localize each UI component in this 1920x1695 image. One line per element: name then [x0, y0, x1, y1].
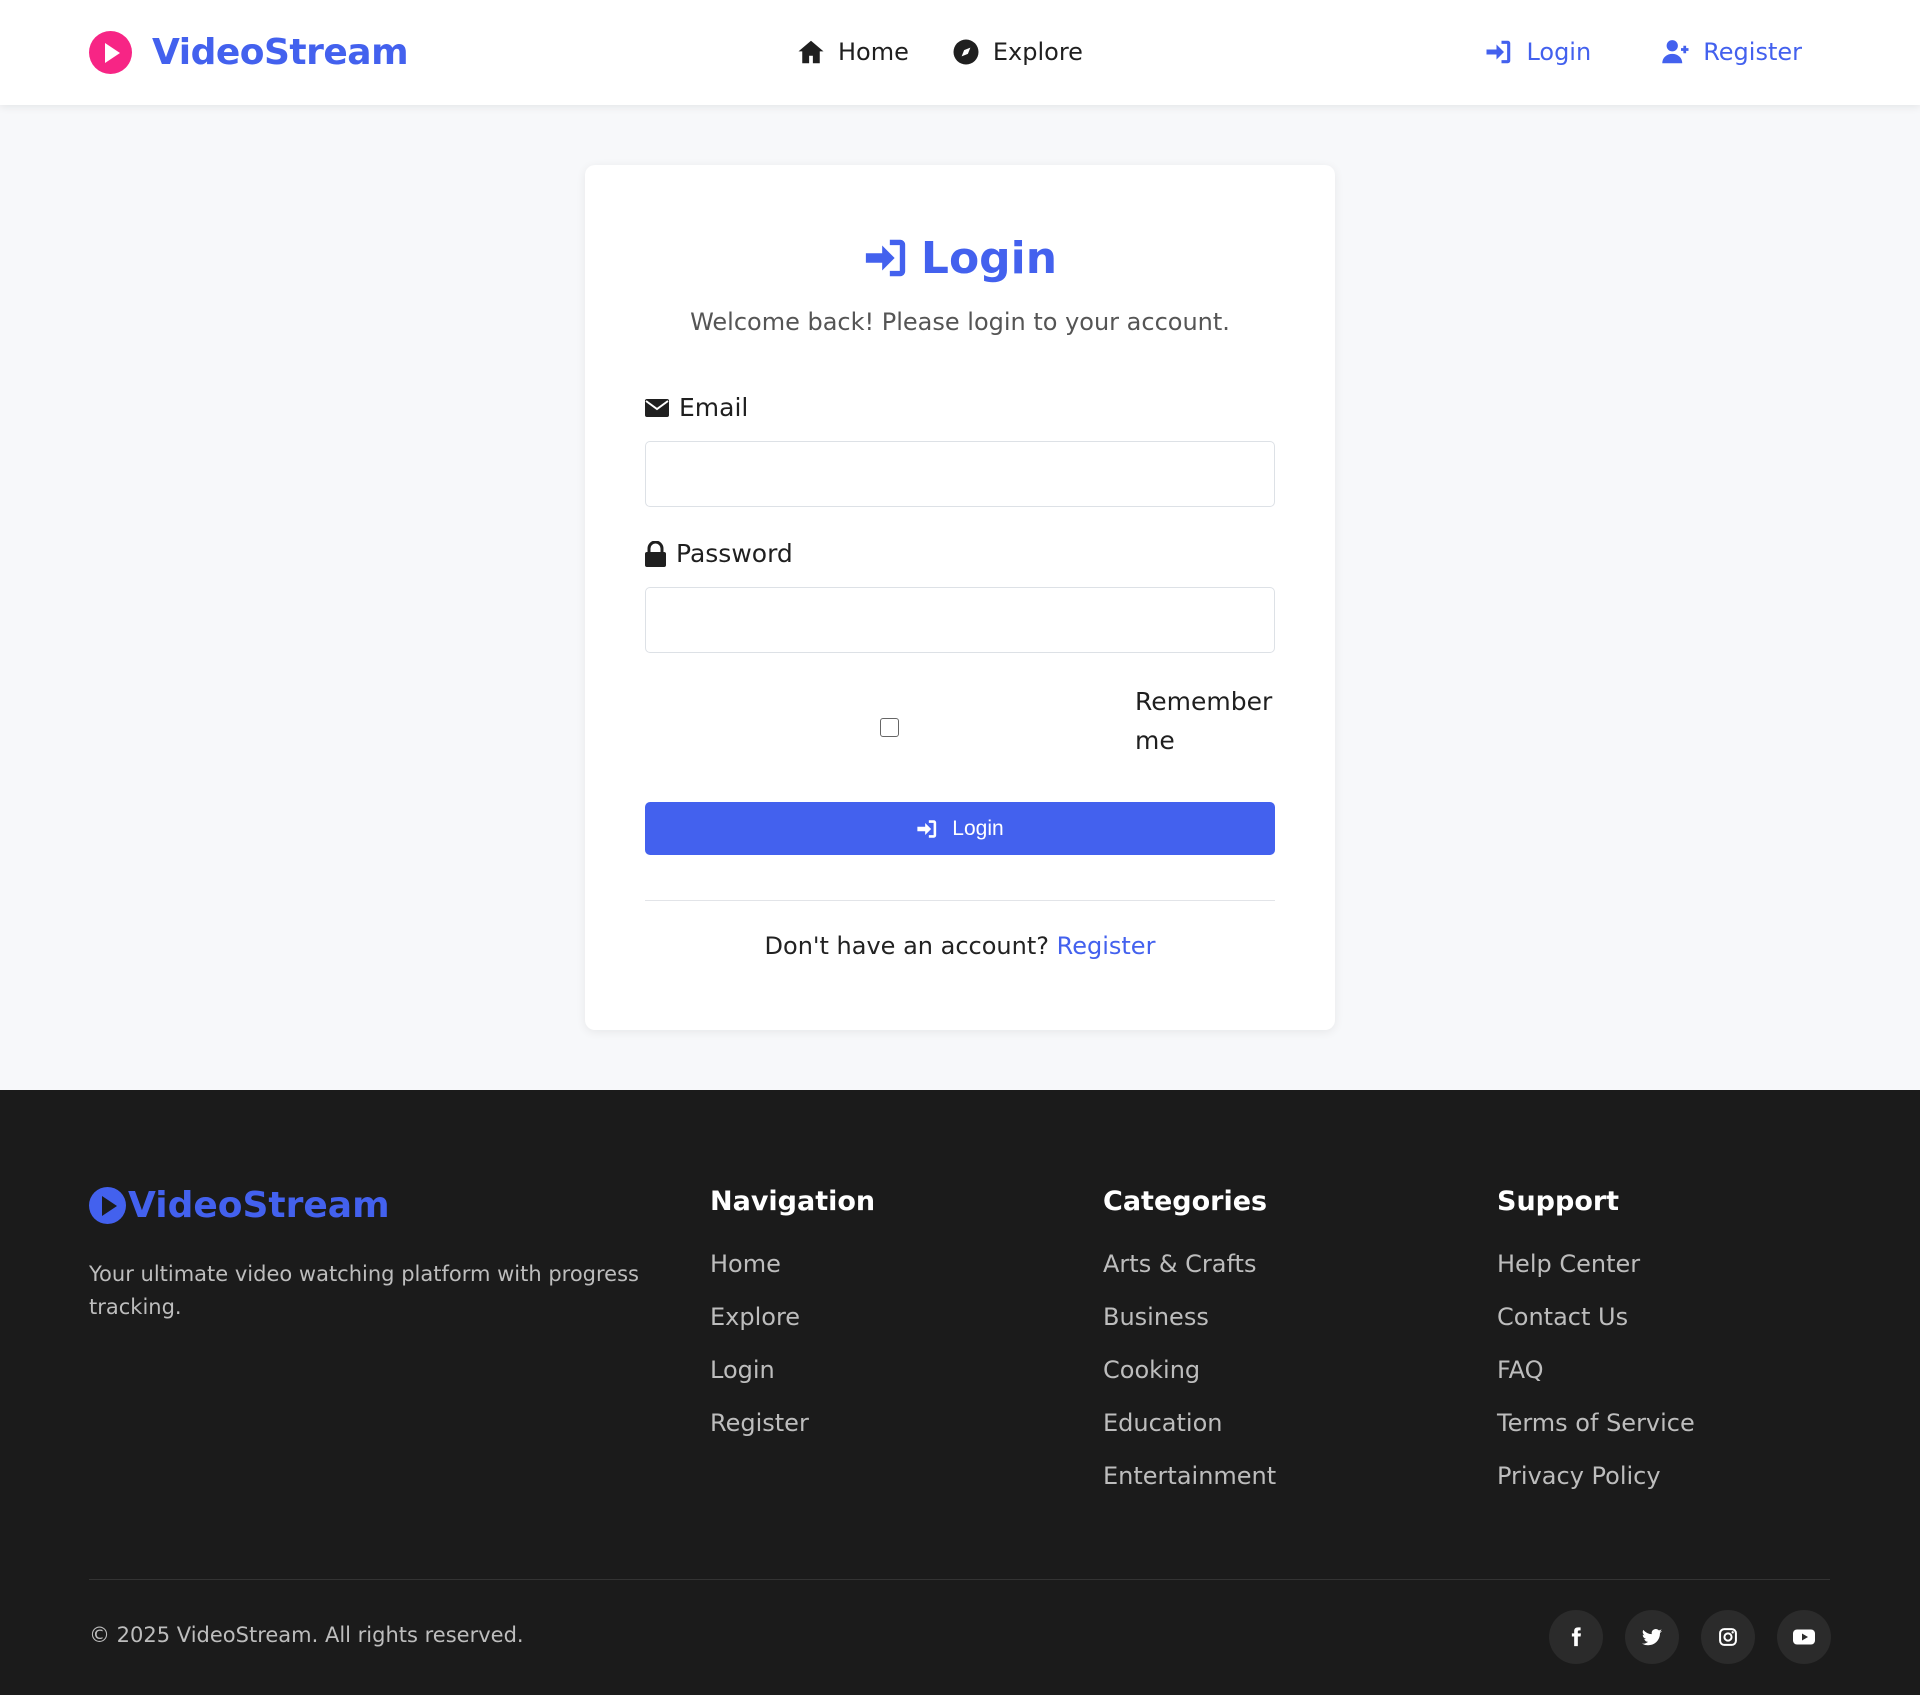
footer-link-business[interactable]: Business — [1103, 1303, 1276, 1356]
youtube-button[interactable] — [1777, 1610, 1831, 1664]
login-heading-text: Login — [920, 232, 1058, 284]
footer-link-entertainment[interactable]: Entertainment — [1103, 1462, 1276, 1515]
nav-explore-label: Explore — [992, 38, 1083, 66]
compass-icon — [953, 39, 979, 65]
nav-explore-link[interactable]: Explore — [951, 37, 1083, 67]
nav-home-label: Home — [838, 38, 909, 66]
footer-categories: Categories Arts & Crafts Business Cookin… — [1103, 1182, 1276, 1515]
email-label-text: Email — [679, 393, 749, 422]
brand-link[interactable]: VideoStream — [89, 28, 409, 76]
nav-home-link[interactable]: Home — [796, 37, 909, 67]
login-heading: Login — [0, 228, 1920, 288]
top-navbar: VideoStream Home Explore Login Register — [0, 0, 1920, 105]
email-label: Email — [645, 393, 748, 422]
sign-in-icon — [917, 819, 937, 838]
footer-link-privacy[interactable]: Privacy Policy — [1497, 1462, 1695, 1515]
facebook-icon — [1571, 1627, 1581, 1647]
footer-link-home[interactable]: Home — [710, 1250, 875, 1303]
footer-about: Your ultimate video watching platform wi… — [89, 1262, 639, 1319]
footer-link-cooking[interactable]: Cooking — [1103, 1356, 1276, 1409]
footer-link-explore[interactable]: Explore — [710, 1303, 875, 1356]
footer-link-login[interactable]: Login — [710, 1356, 875, 1409]
main-nav: Home Explore — [796, 28, 1083, 76]
youtube-icon — [1793, 1629, 1815, 1645]
home-icon — [798, 40, 824, 64]
email-input[interactable] — [645, 441, 1275, 507]
footer-link-faq[interactable]: FAQ — [1497, 1356, 1695, 1409]
footer-link-education[interactable]: Education — [1103, 1409, 1276, 1462]
footer-link-help-center[interactable]: Help Center — [1497, 1250, 1695, 1303]
footer-navigation: Navigation Home Explore Login Register — [710, 1182, 875, 1462]
site-footer: VideoStream Your ultimate video watching… — [0, 1090, 1920, 1695]
footer-link-arts-crafts[interactable]: Arts & Crafts — [1103, 1250, 1276, 1303]
instagram-icon — [1719, 1628, 1737, 1646]
login-submit-label: Login — [952, 816, 1004, 840]
remember-me-checkbox[interactable] — [880, 718, 899, 737]
sign-in-icon — [1486, 40, 1511, 64]
footer-copyright: © 2025 VideoStream. All rights reserved. — [89, 1623, 524, 1647]
password-input[interactable] — [645, 587, 1275, 653]
nav-register-label: Register — [1703, 38, 1802, 66]
footer-link-register[interactable]: Register — [710, 1409, 875, 1462]
sign-in-icon — [865, 239, 906, 277]
nav-login-label: Login — [1526, 38, 1592, 66]
footer-support: Support Help Center Contact Us FAQ Terms… — [1497, 1182, 1695, 1515]
envelope-icon — [645, 398, 669, 417]
footer-link-contact-us[interactable]: Contact Us — [1497, 1303, 1695, 1356]
twitter-icon — [1641, 1629, 1663, 1646]
facebook-button[interactable] — [1549, 1610, 1603, 1664]
twitter-button[interactable] — [1625, 1610, 1679, 1664]
social-links — [1549, 1610, 1831, 1664]
footer-brand[interactable]: VideoStream — [89, 1185, 390, 1226]
play-circle-icon — [89, 30, 132, 74]
footer-navigation-heading: Navigation — [710, 1186, 876, 1217]
nav-register-link[interactable]: Register — [1661, 37, 1802, 67]
login-subtitle: Welcome back! Please login to your accou… — [690, 308, 1230, 336]
password-label-text: Password — [676, 539, 793, 568]
footer-link-terms[interactable]: Terms of Service — [1497, 1409, 1695, 1462]
register-link[interactable]: Register — [1057, 932, 1156, 960]
footer-divider — [89, 1579, 1830, 1580]
register-prompt: Don't have an account? Register — [0, 932, 1920, 960]
no-account-text: Don't have an account? — [764, 932, 1049, 960]
brand-name: VideoStream — [152, 31, 409, 73]
user-plus-icon — [1662, 40, 1689, 64]
card-divider — [645, 900, 1275, 901]
auth-nav: Login Register — [1484, 28, 1802, 76]
remember-me-label: Remember me — [1135, 687, 1273, 755]
footer-brand-name: VideoStream — [128, 1185, 390, 1226]
footer-support-heading: Support — [1497, 1186, 1620, 1217]
password-label: Password — [645, 539, 793, 568]
instagram-button[interactable] — [1701, 1610, 1755, 1664]
play-circle-icon — [89, 1187, 126, 1224]
nav-login-link[interactable]: Login — [1484, 37, 1591, 67]
login-submit-button[interactable]: Login — [645, 802, 1275, 855]
lock-icon — [645, 540, 666, 567]
footer-categories-heading: Categories — [1103, 1186, 1268, 1217]
